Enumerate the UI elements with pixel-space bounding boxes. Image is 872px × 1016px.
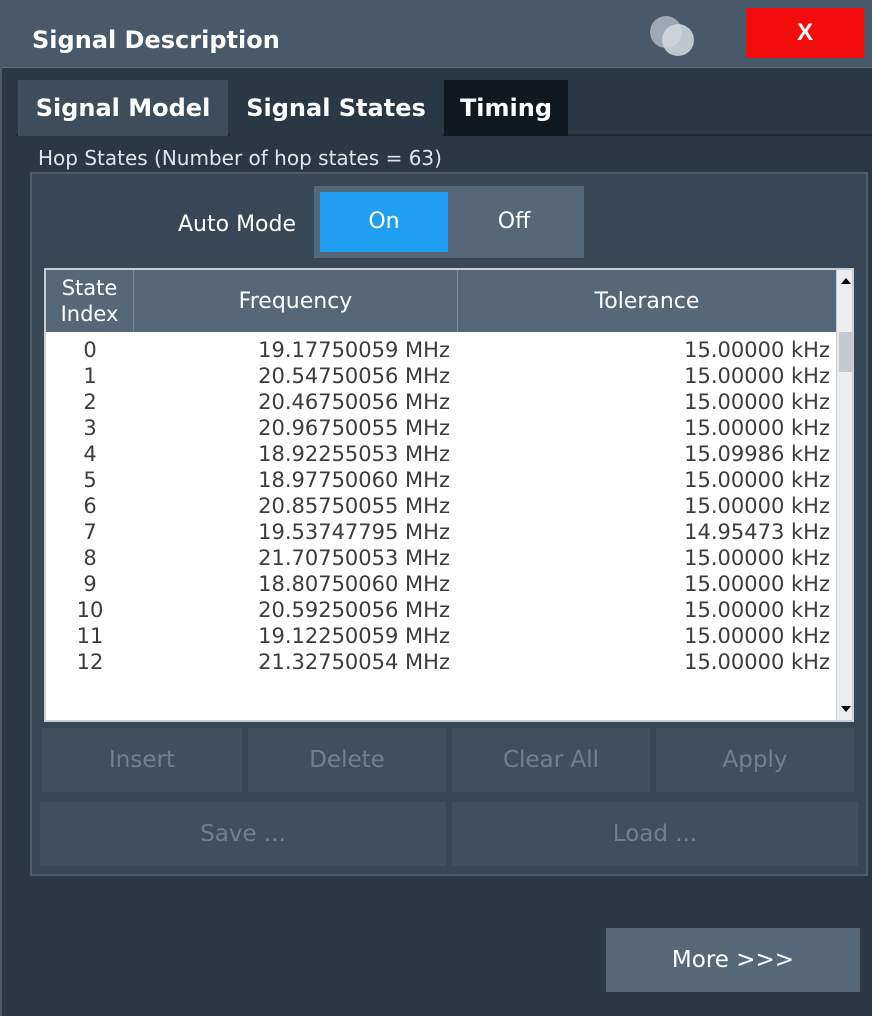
overlapping-circles-logo xyxy=(650,16,694,56)
cell-state-index: 8 xyxy=(83,546,97,570)
auto-mode-on-button[interactable]: On xyxy=(320,192,448,252)
cell-frequency: 20.59250056 MHz xyxy=(258,598,450,622)
cell-tolerance: 15.00000 kHz xyxy=(684,364,830,388)
auto-mode-toggle: On Off xyxy=(314,186,584,258)
table-row[interactable]: 11 19.12250059 MHz 15.00000 kHz xyxy=(46,622,836,648)
table-row[interactable]: 0 19.17750059 MHz 15.00000 kHz xyxy=(46,336,836,362)
table-row[interactable]: 7 19.53747795 MHz 14.95473 kHz xyxy=(46,518,836,544)
cell-frequency: 19.17750059 MHz xyxy=(258,338,450,362)
cell-tolerance: 15.00000 kHz xyxy=(684,598,830,622)
column-header-tolerance[interactable]: Tolerance xyxy=(458,270,836,332)
cell-tolerance: 15.00000 kHz xyxy=(684,468,830,492)
cell-tolerance: 15.00000 kHz xyxy=(684,416,830,440)
tab-signal-model[interactable]: Signal Model xyxy=(18,80,228,136)
cell-tolerance: 14.95473 kHz xyxy=(684,520,830,544)
clear-all-button[interactable]: Clear All xyxy=(452,728,650,792)
table-row[interactable]: 9 18.80750060 MHz 15.00000 kHz xyxy=(46,570,836,596)
cell-frequency: 20.54750056 MHz xyxy=(258,364,450,388)
table-row[interactable]: 4 18.92255053 MHz 15.09986 kHz xyxy=(46,440,836,466)
table-header: State Index Frequency Tolerance xyxy=(46,270,836,332)
close-button[interactable]: X xyxy=(746,8,864,58)
cell-state-index: 1 xyxy=(83,364,97,388)
cell-tolerance: 15.00000 kHz xyxy=(684,624,830,648)
more-button[interactable]: More >>> xyxy=(606,928,860,992)
save-button[interactable]: Save ... xyxy=(40,802,446,866)
cell-tolerance: 15.00000 kHz xyxy=(684,650,830,674)
tab-signal-states[interactable]: Signal States xyxy=(230,80,442,136)
cell-frequency: 19.53747795 MHz xyxy=(258,520,450,544)
cell-state-index: 3 xyxy=(83,416,97,440)
cell-frequency: 18.92255053 MHz xyxy=(258,442,450,466)
title-bar: Signal Description X xyxy=(2,0,872,68)
auto-mode-off-button[interactable]: Off xyxy=(450,192,578,252)
cell-tolerance: 15.00000 kHz xyxy=(684,546,830,570)
load-button[interactable]: Load ... xyxy=(452,802,858,866)
cell-tolerance: 15.00000 kHz xyxy=(684,390,830,414)
delete-button[interactable]: Delete xyxy=(248,728,446,792)
cell-tolerance: 15.00000 kHz xyxy=(684,338,830,362)
triangle-down-icon[interactable] xyxy=(839,702,853,716)
triangle-up-icon[interactable] xyxy=(839,274,853,288)
cell-state-index: 12 xyxy=(76,650,104,674)
insert-button[interactable]: Insert xyxy=(42,728,242,792)
cell-state-index: 2 xyxy=(83,390,97,414)
signal-description-dialog: Signal Description X Signal Model Signal… xyxy=(0,0,872,1016)
auto-mode-label: Auto Mode xyxy=(178,212,297,237)
cell-frequency: 20.96750055 MHz xyxy=(258,416,450,440)
table-row[interactable]: 2 20.46750056 MHz 15.00000 kHz xyxy=(46,388,836,414)
cell-tolerance: 15.00000 kHz xyxy=(684,494,830,518)
table-row[interactable]: 1 20.54750056 MHz 15.00000 kHz xyxy=(46,362,836,388)
cell-state-index: 9 xyxy=(83,572,97,596)
cell-state-index: 6 xyxy=(83,494,97,518)
hop-states-table[interactable]: State Index Frequency Tolerance 0 19.17750… xyxy=(44,268,854,722)
column-header-frequency[interactable]: Frequency xyxy=(134,270,458,332)
table-scrollbar[interactable] xyxy=(836,270,853,720)
cell-frequency: 21.32750054 MHz xyxy=(258,650,450,674)
table-row[interactable]: 12 21.32750054 MHz 15.00000 kHz xyxy=(46,648,836,674)
cell-frequency: 20.46750056 MHz xyxy=(258,390,450,414)
table-row[interactable]: 3 20.96750055 MHz 15.00000 kHz xyxy=(46,414,836,440)
cell-state-index: 5 xyxy=(83,468,97,492)
cell-state-index: 4 xyxy=(83,442,97,466)
cell-state-index: 0 xyxy=(83,338,97,362)
cell-tolerance: 15.09986 kHz xyxy=(684,442,830,466)
cell-frequency: 18.97750060 MHz xyxy=(258,468,450,492)
scrollbar-thumb[interactable] xyxy=(839,332,852,372)
tab-timing[interactable]: Timing xyxy=(444,80,568,136)
hop-states-group-label: Hop States (Number of hop states = 63) xyxy=(38,146,442,170)
tab-bar: Signal Model Signal States Timing xyxy=(16,80,872,136)
column-header-state-index[interactable]: State Index xyxy=(46,270,134,332)
table-row[interactable]: 8 21.70750053 MHz 15.00000 kHz xyxy=(46,544,836,570)
apply-button[interactable]: Apply xyxy=(656,728,854,792)
cell-frequency: 19.12250059 MHz xyxy=(258,624,450,648)
cell-state-index: 10 xyxy=(76,598,104,622)
cell-frequency: 18.80750060 MHz xyxy=(258,572,450,596)
dialog-title: Signal Description xyxy=(32,26,280,54)
cell-state-index: 7 xyxy=(83,520,97,544)
cell-tolerance: 15.00000 kHz xyxy=(684,572,830,596)
table-body: 0 19.17750059 MHz 15.00000 kHz 1 20.54750056… xyxy=(46,336,836,674)
table-row[interactable]: 6 20.85750055 MHz 15.00000 kHz xyxy=(46,492,836,518)
cell-state-index: 11 xyxy=(76,624,104,648)
cell-frequency: 21.70750053 MHz xyxy=(258,546,450,570)
cell-frequency: 20.85750055 MHz xyxy=(258,494,450,518)
table-row[interactable]: 10 20.59250056 MHz 15.00000 kHz xyxy=(46,596,836,622)
table-row[interactable]: 5 18.97750060 MHz 15.00000 kHz xyxy=(46,466,836,492)
